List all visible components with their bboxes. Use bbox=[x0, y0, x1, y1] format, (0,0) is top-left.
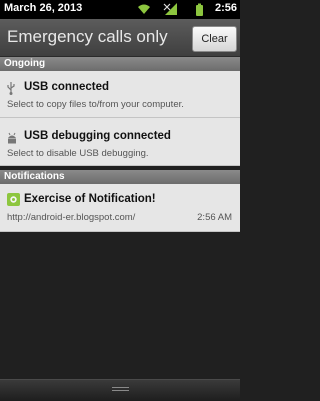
notification-item-usb-debugging[interactable]: USB debugging connected Select to disabl… bbox=[0, 118, 240, 166]
status-time: 2:56 bbox=[214, 2, 237, 14]
usb-icon bbox=[6, 80, 16, 99]
status-icons bbox=[137, 2, 217, 17]
item-subtitle: http://android-er.blogspot.com/ bbox=[7, 212, 136, 223]
notification-header: Emergency calls only Clear bbox=[0, 19, 240, 57]
status-bar: March 26, 2013 2:56 bbox=[0, 0, 240, 19]
carrier-label: Emergency calls only bbox=[7, 27, 168, 46]
android-debug-icon bbox=[6, 129, 18, 148]
section-header-notifications: Notifications bbox=[0, 170, 240, 184]
status-date: March 26, 2013 bbox=[4, 2, 83, 14]
notification-item-app[interactable]: Exercise of Notification! http://android… bbox=[0, 184, 240, 232]
item-title: USB connected bbox=[24, 81, 109, 93]
signal-icon bbox=[163, 3, 177, 15]
wifi-icon bbox=[138, 4, 150, 14]
panel-close-handle[interactable] bbox=[0, 379, 240, 401]
section-header-ongoing: Ongoing bbox=[0, 57, 240, 71]
battery-icon bbox=[196, 3, 203, 16]
grip-icon bbox=[112, 387, 129, 393]
item-title: USB debugging connected bbox=[24, 130, 171, 142]
notification-item-usb[interactable]: USB connected Select to copy files to/fr… bbox=[0, 71, 240, 118]
item-title: Exercise of Notification! bbox=[24, 193, 156, 205]
item-subtitle: Select to disable USB debugging. bbox=[7, 148, 149, 159]
app-icon bbox=[6, 192, 21, 211]
clear-button[interactable]: Clear bbox=[192, 26, 237, 52]
item-time: 2:56 AM bbox=[197, 212, 232, 223]
item-subtitle: Select to copy files to/from your comput… bbox=[7, 99, 184, 110]
